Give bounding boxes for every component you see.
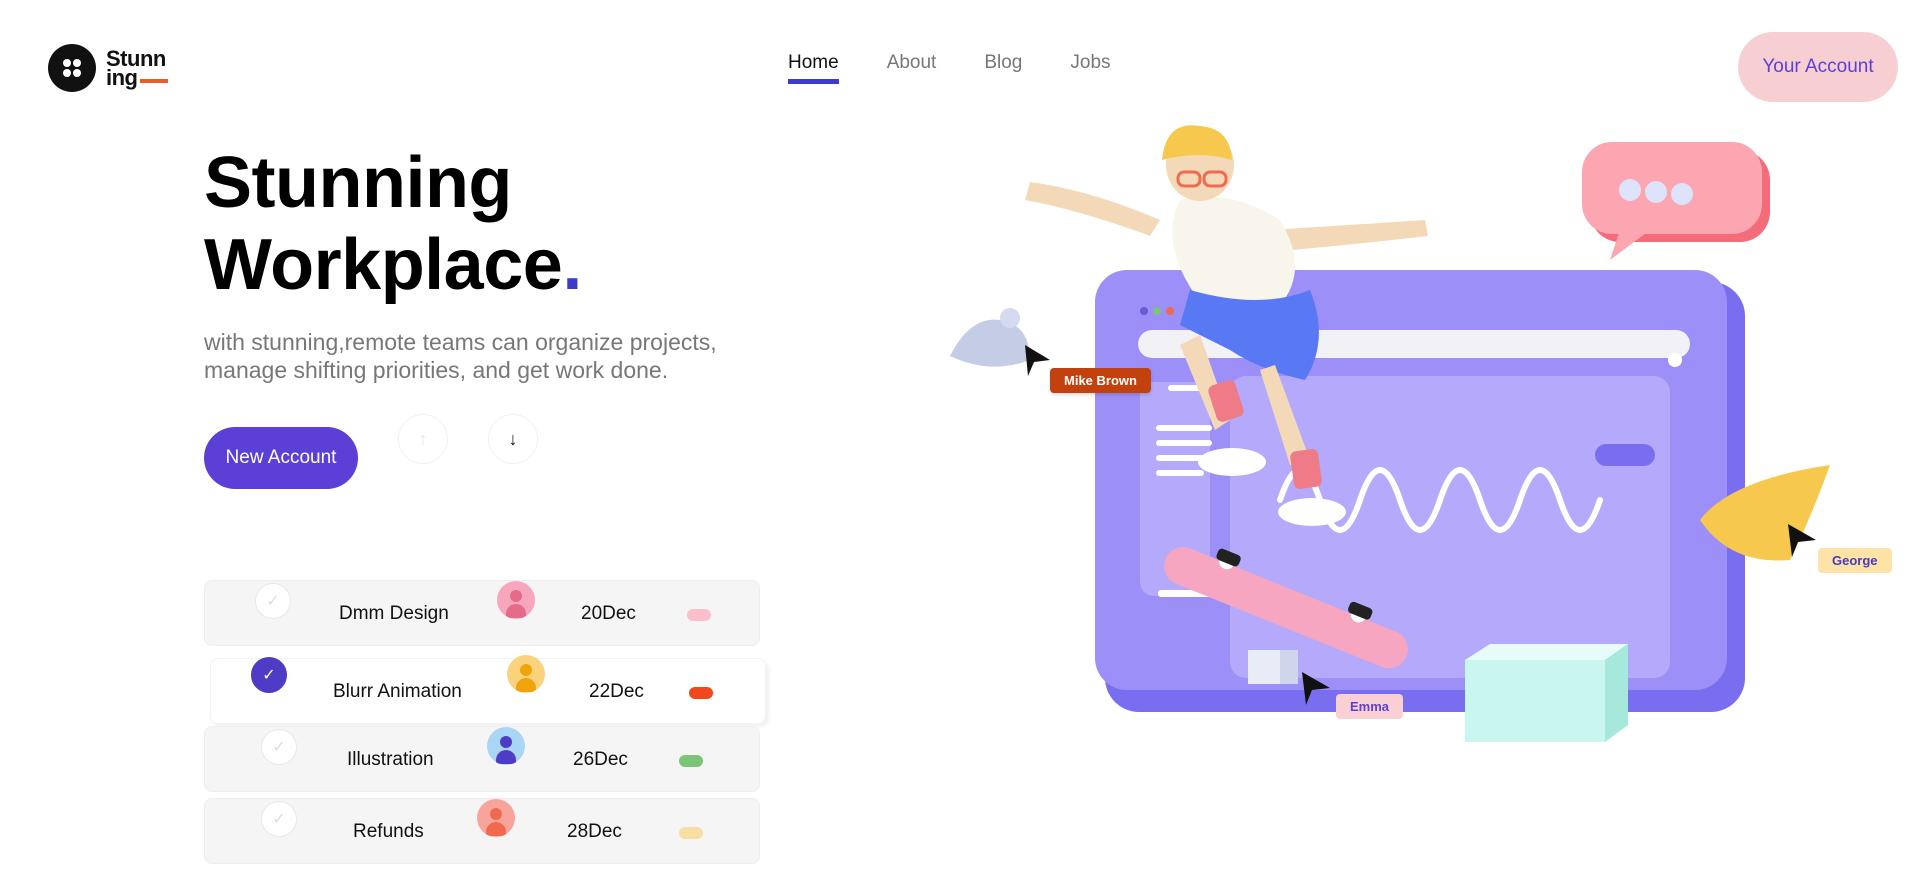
hero-illustration: Mike Brown George Emma [930,120,1910,760]
new-account-button[interactable]: New Account [204,427,358,489]
logo-icon [48,44,96,92]
tag-george: George [1818,548,1892,573]
avatar [507,655,545,693]
task-row[interactable]: ✓ Illustration 26Dec [204,726,760,792]
arrow-down-icon: ↓ [508,428,518,449]
hero-subtitle: with stunning,remote teams can organize … [204,329,717,383]
status-pill [679,827,703,839]
tag-emma: Emma [1336,694,1404,719]
nav-jobs[interactable]: Jobs [1070,52,1110,80]
task-checkbox[interactable]: ✓ [261,729,297,765]
small-cube [1248,650,1298,684]
task-name: Blurr Animation [333,681,462,702]
scroll-down-button[interactable]: ↓ [488,414,538,464]
arrow-up-icon: ↑ [418,428,428,449]
task-checkbox[interactable]: ✓ [255,583,291,619]
status-pill [689,687,713,699]
main-nav: Home About Blog Jobs [788,52,1111,84]
brand-underline [139,79,168,83]
bell-icon [950,308,1030,367]
task-row[interactable]: ✓ Dmm Design 20Dec [204,580,760,646]
content-panel [1230,376,1670,678]
avatar [497,581,535,619]
chat-bubble-icon [1582,142,1770,260]
brand-line2: ing [106,65,138,90]
task-name: Refunds [353,821,424,842]
nav-home[interactable]: Home [788,52,839,84]
hero-title-line2: Workplace [204,225,563,305]
skater-illustration [950,125,1830,742]
hero-title-dot: . [562,225,582,305]
status-pill [679,755,703,767]
scroll-up-button[interactable]: ↑ [398,414,448,464]
avatar [487,727,525,765]
hero-title-line1: Stunning [204,143,512,223]
task-row[interactable]: ✓ Refunds 28Dec [204,798,760,864]
task-checkbox[interactable]: ✓ [261,801,297,837]
brand-logo[interactable]: Stunn ing [48,44,168,92]
cursor-icon [1025,345,1050,376]
nav-about[interactable]: About [887,52,937,80]
nav-blog[interactable]: Blog [984,52,1022,80]
task-date: 20Dec [581,603,636,624]
tag-mike-brown: Mike Brown [1050,368,1151,393]
status-pill [687,609,711,621]
task-checkbox[interactable]: ✓ [251,657,287,693]
task-date: 28Dec [567,821,622,842]
avatar [477,799,515,837]
mint-cube [1465,644,1628,742]
your-account-button[interactable]: Your Account [1738,32,1898,102]
task-row[interactable]: ✓ Blurr Animation 22Dec [210,655,766,724]
task-name: Illustration [347,749,434,770]
task-date: 26Dec [573,749,628,770]
hero-title: Stunning Workplace. [204,142,582,306]
task-name: Dmm Design [339,603,449,624]
brand-wordmark: Stunn ing [106,48,168,90]
task-date: 22Dec [589,681,644,702]
